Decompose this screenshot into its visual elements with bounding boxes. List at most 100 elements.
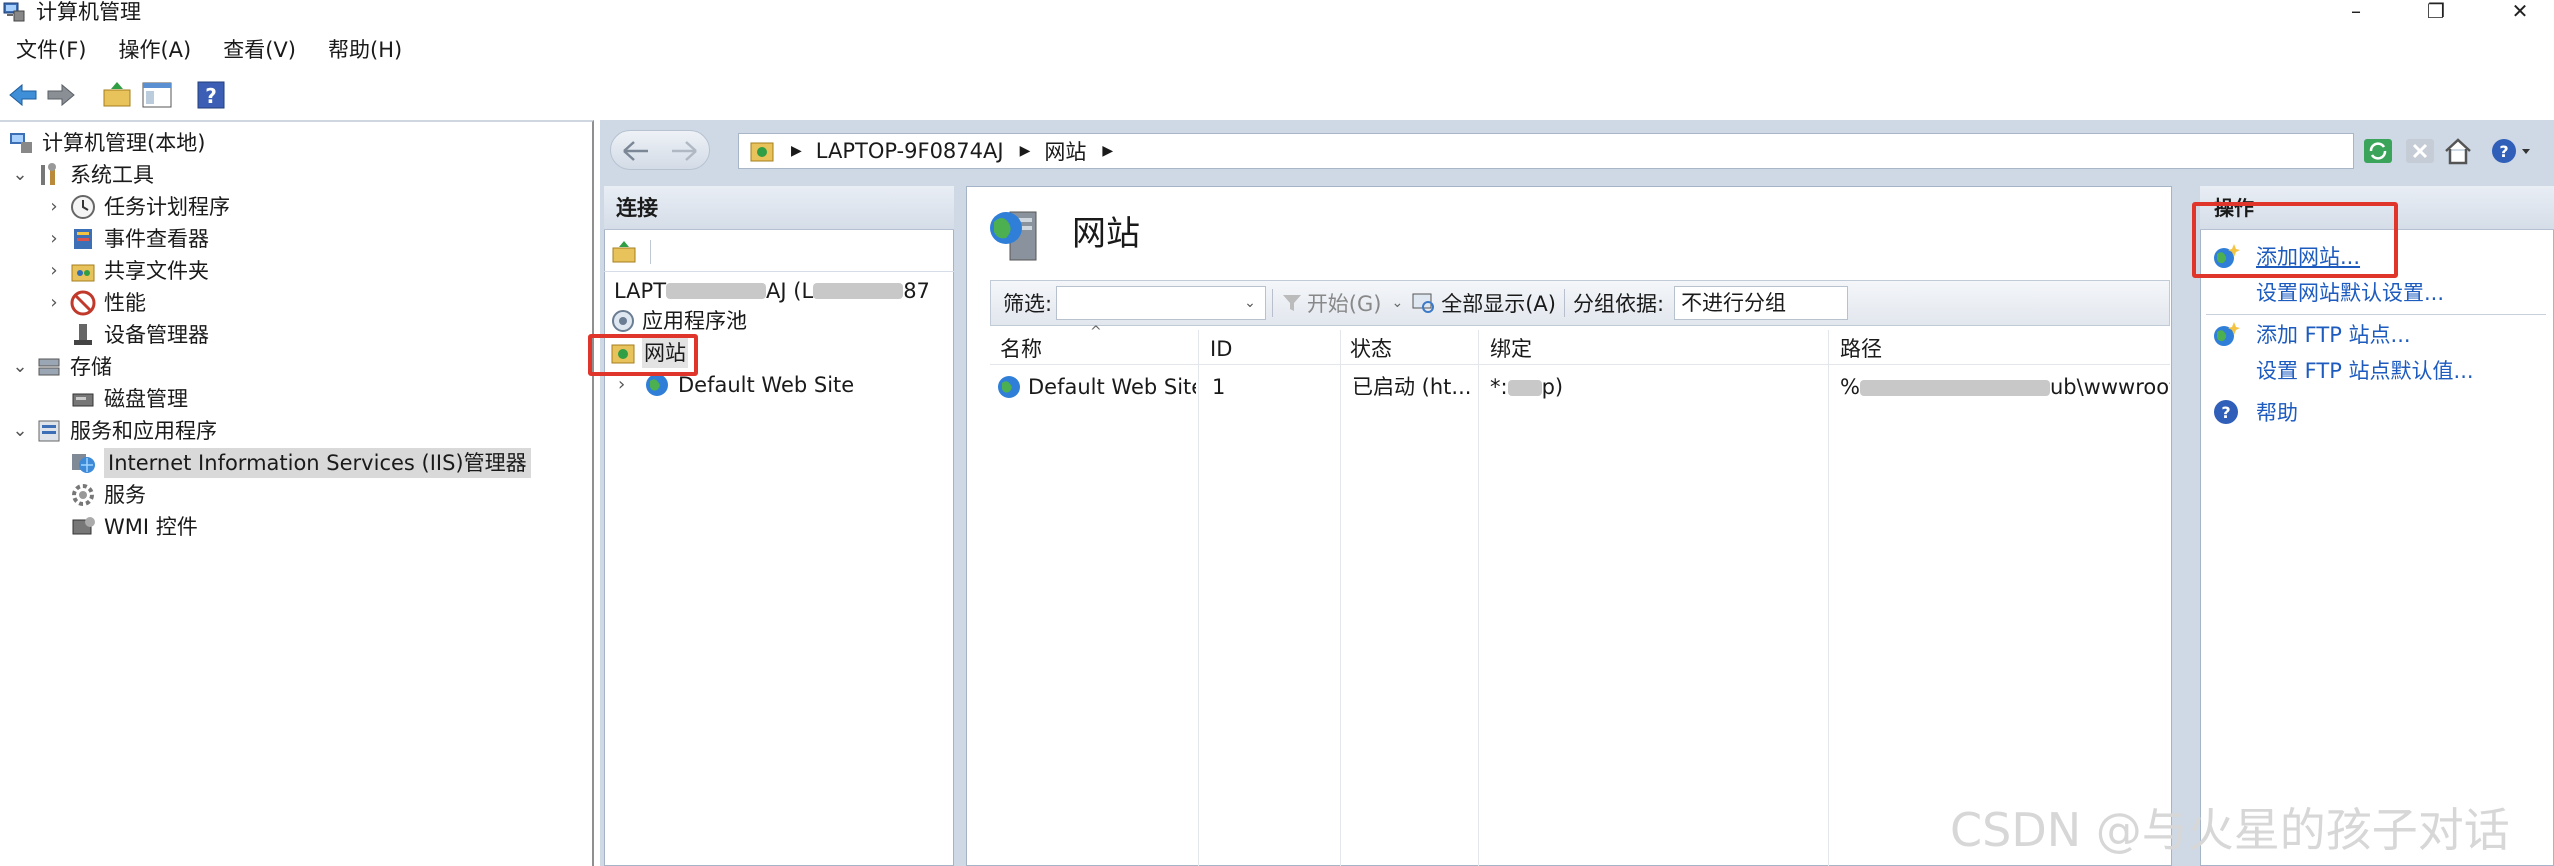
ftp-defaults-link[interactable]: 设置 FTP 站点默认值... xyxy=(2256,356,2474,386)
menu-file[interactable]: 文件(F) xyxy=(0,32,102,68)
performance-icon xyxy=(70,290,96,316)
close-button[interactable]: ✕ xyxy=(2490,0,2550,24)
chevron-down-icon[interactable]: ⌄ xyxy=(10,352,30,382)
breadcrumb-sites[interactable]: 网站 xyxy=(1044,136,1086,166)
column-header-path[interactable]: 路径 xyxy=(1840,334,2170,364)
column-divider xyxy=(1198,330,1199,866)
svg-text:?: ? xyxy=(205,84,217,108)
forward-arrow-icon[interactable] xyxy=(669,139,699,163)
group-by-select[interactable]: 不进行分组 xyxy=(1674,286,1849,320)
tree-item-label: 计算机管理(本地) xyxy=(42,131,206,155)
cell-id: 1 xyxy=(1212,375,1226,399)
chevron-right-icon[interactable]: › xyxy=(44,256,64,286)
filter-funnel-icon xyxy=(1282,295,1301,311)
iis-manager-icon xyxy=(72,454,95,473)
column-header-name[interactable]: 名称 xyxy=(1000,334,1190,364)
forward-arrow-icon[interactable] xyxy=(44,78,78,112)
gear-icon xyxy=(72,484,94,506)
column-header-binding[interactable]: 绑定 xyxy=(1490,334,1820,364)
tree-item-label: Internet Information Services (IIS)管理器 xyxy=(104,448,531,478)
home-icon[interactable] xyxy=(2442,135,2474,167)
column-divider xyxy=(1478,330,1479,866)
back-arrow-icon[interactable] xyxy=(621,139,651,163)
column-divider xyxy=(1828,330,1829,866)
chevron-down-icon[interactable]: ⌄ xyxy=(10,160,30,190)
svg-text:?: ? xyxy=(2499,142,2508,161)
event-viewer-icon xyxy=(74,229,92,249)
app-pools-label: 应用程序池 xyxy=(642,309,747,333)
menu-action[interactable]: 操作(A) xyxy=(102,32,207,68)
cell-status: 已启动 (ht... xyxy=(1352,375,1472,399)
tree-item-system-tools[interactable]: ⌄ 系统工具 xyxy=(10,160,154,190)
create-connection-icon[interactable] xyxy=(610,238,638,266)
cell-name: Default Web Site xyxy=(1028,375,1196,399)
tree-item-event-viewer[interactable]: › 事件查看器 xyxy=(44,224,209,254)
tree-item-services[interactable]: 服务 xyxy=(70,480,146,510)
highlight-box-add-site xyxy=(2192,202,2398,278)
tree-item-label: 系统工具 xyxy=(70,163,154,187)
column-header-id[interactable]: ID xyxy=(1210,334,1330,364)
up-folder-icon[interactable] xyxy=(100,78,134,112)
tree-item-root[interactable]: 计算机管理(本地) xyxy=(8,128,205,158)
chevron-right-icon[interactable]: › xyxy=(44,288,64,318)
stop-icon[interactable] xyxy=(2404,135,2436,167)
cell-binding: *: p) xyxy=(1490,372,1820,402)
tree-item-performance[interactable]: › 性能 xyxy=(44,288,146,318)
tree-item-storage[interactable]: ⌄ 存储 xyxy=(10,352,112,382)
minimize-button[interactable]: – xyxy=(2326,0,2386,24)
tree-item-label: 磁盘管理 xyxy=(104,387,188,411)
address-bar[interactable]: ▶ LAPTOP-9F0874AJ ▶ 网站 ▶ xyxy=(738,133,2354,169)
go-button[interactable]: 开始(G) xyxy=(1307,288,1382,318)
menu-view[interactable]: 查看(V) xyxy=(207,32,312,68)
refresh-icon[interactable] xyxy=(2362,135,2394,167)
show-all-button[interactable]: 全部显示(A) xyxy=(1441,288,1556,318)
site-defaults-link[interactable]: 设置网站默认设置... xyxy=(2256,278,2444,308)
binding-suffix: p) xyxy=(1541,375,1564,399)
tree-item-label: 任务计划程序 xyxy=(104,195,230,219)
server-name-prefix: LAPT xyxy=(614,279,667,303)
maximize-button[interactable]: ❐ xyxy=(2406,0,2466,24)
add-ftp-link[interactable]: 添加 FTP 站点... xyxy=(2256,320,2411,350)
menu-help[interactable]: 帮助(H) xyxy=(312,32,418,68)
computer-management-icon xyxy=(10,133,32,153)
tree-item-wmi[interactable]: WMI 控件 xyxy=(70,512,198,542)
tree-item-iis-manager[interactable]: Internet Information Services (IIS)管理器 xyxy=(70,448,531,478)
help-link[interactable]: 帮助 xyxy=(2256,398,2298,428)
help-dropdown-icon[interactable]: ? xyxy=(2490,135,2532,167)
tree-item-disk-management[interactable]: 磁盘管理 xyxy=(70,384,188,414)
globe-icon xyxy=(998,376,1020,398)
binding-prefix: *: xyxy=(1490,375,1508,399)
cell-path: % ub\wwwroot xyxy=(1840,372,2170,402)
window-title: 计算机管理 xyxy=(36,0,141,24)
column-header-status[interactable]: 状态 xyxy=(1350,334,1470,364)
menu-bar: 文件(F) 操作(A) 查看(V) 帮助(H) xyxy=(0,32,418,68)
tree-item-label: 性能 xyxy=(104,291,146,315)
header-divider xyxy=(990,364,2170,365)
filter-input[interactable] xyxy=(1056,286,1267,320)
back-arrow-icon[interactable] xyxy=(6,78,40,112)
help-icon[interactable]: ? xyxy=(194,78,228,112)
chevron-right-icon[interactable]: › xyxy=(44,192,64,222)
table-row[interactable]: Default Web Site xyxy=(996,372,1196,402)
tree-item-shared-folders[interactable]: › 共享文件夹 xyxy=(44,256,209,286)
breadcrumb-separator-icon: ▶ xyxy=(1019,143,1031,159)
tree-item-device-manager[interactable]: 设备管理器 xyxy=(70,320,209,350)
group-by-label: 分组依据: xyxy=(1572,292,1665,316)
chevron-down-icon[interactable]: ⌄ xyxy=(1244,295,1256,311)
connection-server[interactable]: LAPT AJ (L 87 xyxy=(614,276,954,306)
svg-text:?: ? xyxy=(2221,403,2230,422)
redacted-text xyxy=(813,283,904,299)
tree-item-task-scheduler[interactable]: › 任务计划程序 xyxy=(44,192,230,222)
connection-app-pools[interactable]: 应用程序池 xyxy=(610,306,747,336)
watermark: CSDN @与火星的孩子对话 xyxy=(1950,803,2510,857)
tree-item-services-apps[interactable]: ⌄ 服务和应用程序 xyxy=(10,416,217,446)
storage-icon xyxy=(38,358,60,376)
default-site-label: Default Web Site xyxy=(678,373,855,397)
chevron-down-icon[interactable]: ⌄ xyxy=(10,416,30,446)
toolbar-divider xyxy=(650,240,651,264)
chevron-down-icon[interactable]: ⌄ xyxy=(1391,295,1403,311)
toolbar-divider xyxy=(1271,289,1273,317)
show-hide-tree-icon[interactable] xyxy=(140,78,174,112)
breadcrumb-server[interactable]: LAPTOP-9F0874AJ xyxy=(816,139,1004,163)
chevron-right-icon[interactable]: › xyxy=(44,224,64,254)
